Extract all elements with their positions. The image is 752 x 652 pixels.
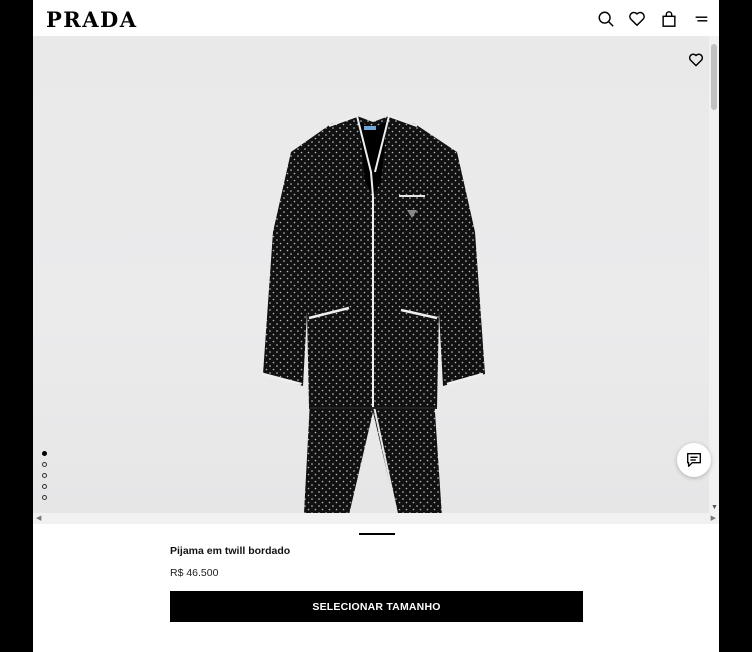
chat-button[interactable] [677, 443, 711, 477]
scroll-left-arrow-icon[interactable]: ◀ [36, 514, 41, 522]
prada-logo[interactable]: PRADA [46, 7, 138, 32]
menu-icon[interactable] [691, 9, 711, 29]
horizontal-scrollbar[interactable]: ◀ ▶ [33, 513, 719, 524]
gallery-dot[interactable] [42, 495, 47, 500]
gallery-dot[interactable] [42, 451, 47, 456]
gallery-dot[interactable] [42, 473, 47, 478]
slide-indicator [359, 533, 395, 535]
chat-icon [687, 453, 701, 467]
heart-icon[interactable] [627, 9, 647, 29]
product-image-gallery[interactable] [33, 36, 719, 513]
add-to-wishlist-button[interactable] [685, 49, 707, 71]
scrollbar-thumb[interactable] [711, 44, 717, 110]
vertical-scrollbar[interactable]: ▼ [709, 36, 719, 513]
scroll-down-arrow-icon[interactable]: ▼ [711, 504, 718, 511]
scroll-right-arrow-icon[interactable]: ▶ [711, 514, 716, 522]
gallery-dot[interactable] [42, 484, 47, 489]
product-price: R$ 46.500 [170, 567, 219, 579]
gallery-pagination [42, 451, 47, 500]
search-icon[interactable] [596, 9, 616, 29]
gallery-dot[interactable] [42, 462, 47, 467]
shopping-bag-icon[interactable] [659, 9, 679, 29]
site-header: PRADA [33, 0, 719, 36]
page: PRADA ▼ ◀ ▶ Pijama em twill bordado R$ 4… [33, 0, 719, 652]
select-size-button[interactable]: SELECIONAR TAMANHO [170, 591, 583, 622]
product-image [262, 114, 485, 513]
heart-icon [688, 53, 704, 67]
product-name: Pijama em twill bordado [170, 545, 291, 557]
